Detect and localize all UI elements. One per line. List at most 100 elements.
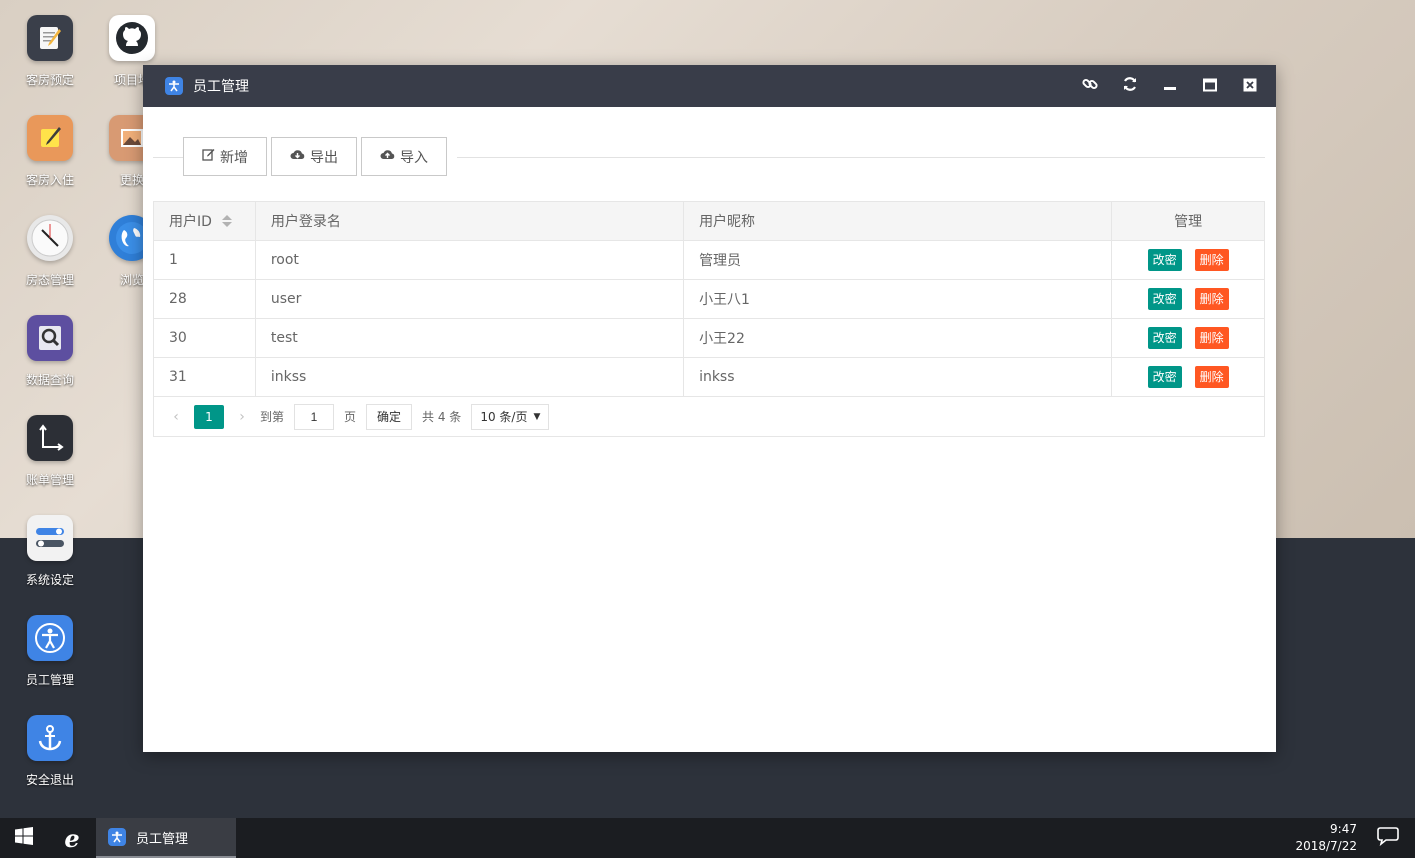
page-suffix: 页 [344,410,357,424]
cell-user-id: 1 [154,241,256,279]
clock-date: 2018/7/22 [1295,839,1357,853]
accessibility-person-icon [165,77,183,95]
desktop-icon-settings[interactable]: 系统设定 [10,515,90,588]
column-header-login-name: 用户登录名 [256,202,685,240]
cell-actions: 改密 删除 [1112,241,1264,279]
cell-user-id: 28 [154,280,256,318]
cell-login-name: user [256,280,685,318]
start-button[interactable] [0,818,48,858]
toolbar-button-group: 新增 导出 导入 [183,137,457,176]
next-page-icon[interactable]: › [234,409,250,425]
column-header-user-id[interactable]: 用户ID [154,202,256,240]
magnifier-document-icon [27,315,73,361]
delete-button[interactable]: 删除 [1194,327,1229,349]
maximize-button[interactable] [1190,65,1230,107]
desktop-icon-data-query[interactable]: 数据查询 [10,315,90,388]
prev-page-icon[interactable]: ‹ [168,409,184,425]
cell-nickname: inkss [684,358,1113,396]
cell-actions: 改密 删除 [1112,358,1264,396]
column-header-nickname: 用户昵称 [684,202,1113,240]
github-icon [109,15,155,61]
total-count: 共 4 条 [422,410,462,424]
desktop-icon-label: 客房预定 [25,73,74,87]
column-header-label: 用户昵称 [699,214,756,230]
cell-user-id: 30 [154,319,256,357]
desktop-icon-label: 员工管理 [25,673,74,687]
confirm-page-button[interactable]: 确定 [366,403,413,430]
close-button[interactable] [1230,65,1270,107]
add-button-label: 新增 [220,149,248,166]
staff-table: 用户ID 用户登录名 用户昵称 管理 1 root 管理员 改密 删除 28 us… [153,201,1265,437]
page-size-value: 10 条/页 [480,410,528,424]
notes-pen-icon [27,115,73,161]
message-bubble-icon [1377,826,1399,850]
minimize-icon [1163,77,1177,96]
refresh-icon [1122,76,1138,96]
export-button-label: 导出 [310,149,338,166]
cell-nickname: 小王22 [684,319,1113,357]
taskbar-item-staff-management[interactable]: 员工管理 [96,818,236,858]
table-header-row: 用户ID 用户登录名 用户昵称 管理 [154,202,1264,241]
table-row: 1 root 管理员 改密 删除 [154,241,1264,280]
anchor-icon [27,715,73,761]
link-icon [1082,76,1098,96]
toggle-settings-icon [27,515,73,561]
change-password-button[interactable]: 改密 [1147,327,1182,349]
window-controls [1070,65,1270,107]
desktop-icon-room-status[interactable]: 房态管理 [10,215,90,288]
page-size-select[interactable]: 10 条/页 ▼ [471,403,550,430]
desktop-icon-billing[interactable]: 账单管理 [10,415,90,488]
current-page[interactable]: 1 [194,404,224,429]
edit-icon [202,148,215,165]
link-button[interactable] [1070,65,1110,107]
internet-explorer-icon: e [64,823,80,853]
delete-button[interactable]: 删除 [1194,288,1229,310]
cloud-download-icon [290,148,305,165]
staff-management-window: 员工管理 新增 导出 导入 用户ID 用户登录名 用户昵称 管理 1 root … [143,65,1276,752]
goto-page-input[interactable] [294,403,335,430]
sort-icon[interactable] [221,215,232,227]
cell-login-name: inkss [256,358,685,396]
change-password-button[interactable]: 改密 [1147,288,1182,310]
ie-browser-button[interactable]: e [48,818,96,858]
cell-nickname: 小王八1 [684,280,1113,318]
clock-time: 9:47 [1330,822,1357,836]
desktop-icon-room-booking[interactable]: 客房预定 [10,15,90,88]
delete-button[interactable]: 删除 [1194,249,1229,271]
desktop-icon-label: 客房入住 [25,173,74,187]
column-header-label: 用户ID [169,214,212,230]
close-icon [1243,77,1257,96]
column-header-actions: 管理 [1112,202,1264,240]
cell-login-name: test [256,319,685,357]
desktop-icon-label: 系统设定 [25,573,74,587]
change-password-button[interactable]: 改密 [1147,366,1182,388]
system-clock[interactable]: 9:47 2018/7/22 [1295,821,1357,855]
notepad-icon [27,15,73,61]
cloud-upload-icon [380,148,395,165]
minimize-button[interactable] [1150,65,1190,107]
desktop-icon-label: 账单管理 [25,473,74,487]
clock-icon [27,215,73,261]
change-password-button[interactable]: 改密 [1147,249,1182,271]
refresh-button[interactable] [1110,65,1150,107]
cell-user-id: 31 [154,358,256,396]
desktop-icon-label: 数据查询 [25,373,74,387]
table-row: 28 user 小王八1 改密 删除 [154,280,1264,319]
column-header-label: 管理 [1174,214,1203,230]
notification-button[interactable] [1373,818,1403,858]
window-title-bar[interactable]: 员工管理 [143,65,1276,107]
desktop-icon-logout[interactable]: 安全退出 [10,715,90,788]
add-button[interactable]: 新增 [183,137,267,176]
table-row: 31 inkss inkss 改密 删除 [154,358,1264,397]
cell-actions: 改密 删除 [1112,280,1264,318]
export-button[interactable]: 导出 [271,137,357,176]
desktop-icon-label: 房态管理 [25,273,74,287]
import-button-label: 导入 [400,149,428,166]
cell-actions: 改密 删除 [1112,319,1264,357]
delete-button[interactable]: 删除 [1194,366,1229,388]
import-button[interactable]: 导入 [361,137,447,176]
window-title: 员工管理 [193,79,249,95]
desktop-icon-staff-management[interactable]: 员工管理 [10,615,90,688]
desktop-icon-check-in[interactable]: 客房入住 [10,115,90,188]
column-header-label: 用户登录名 [270,214,341,230]
